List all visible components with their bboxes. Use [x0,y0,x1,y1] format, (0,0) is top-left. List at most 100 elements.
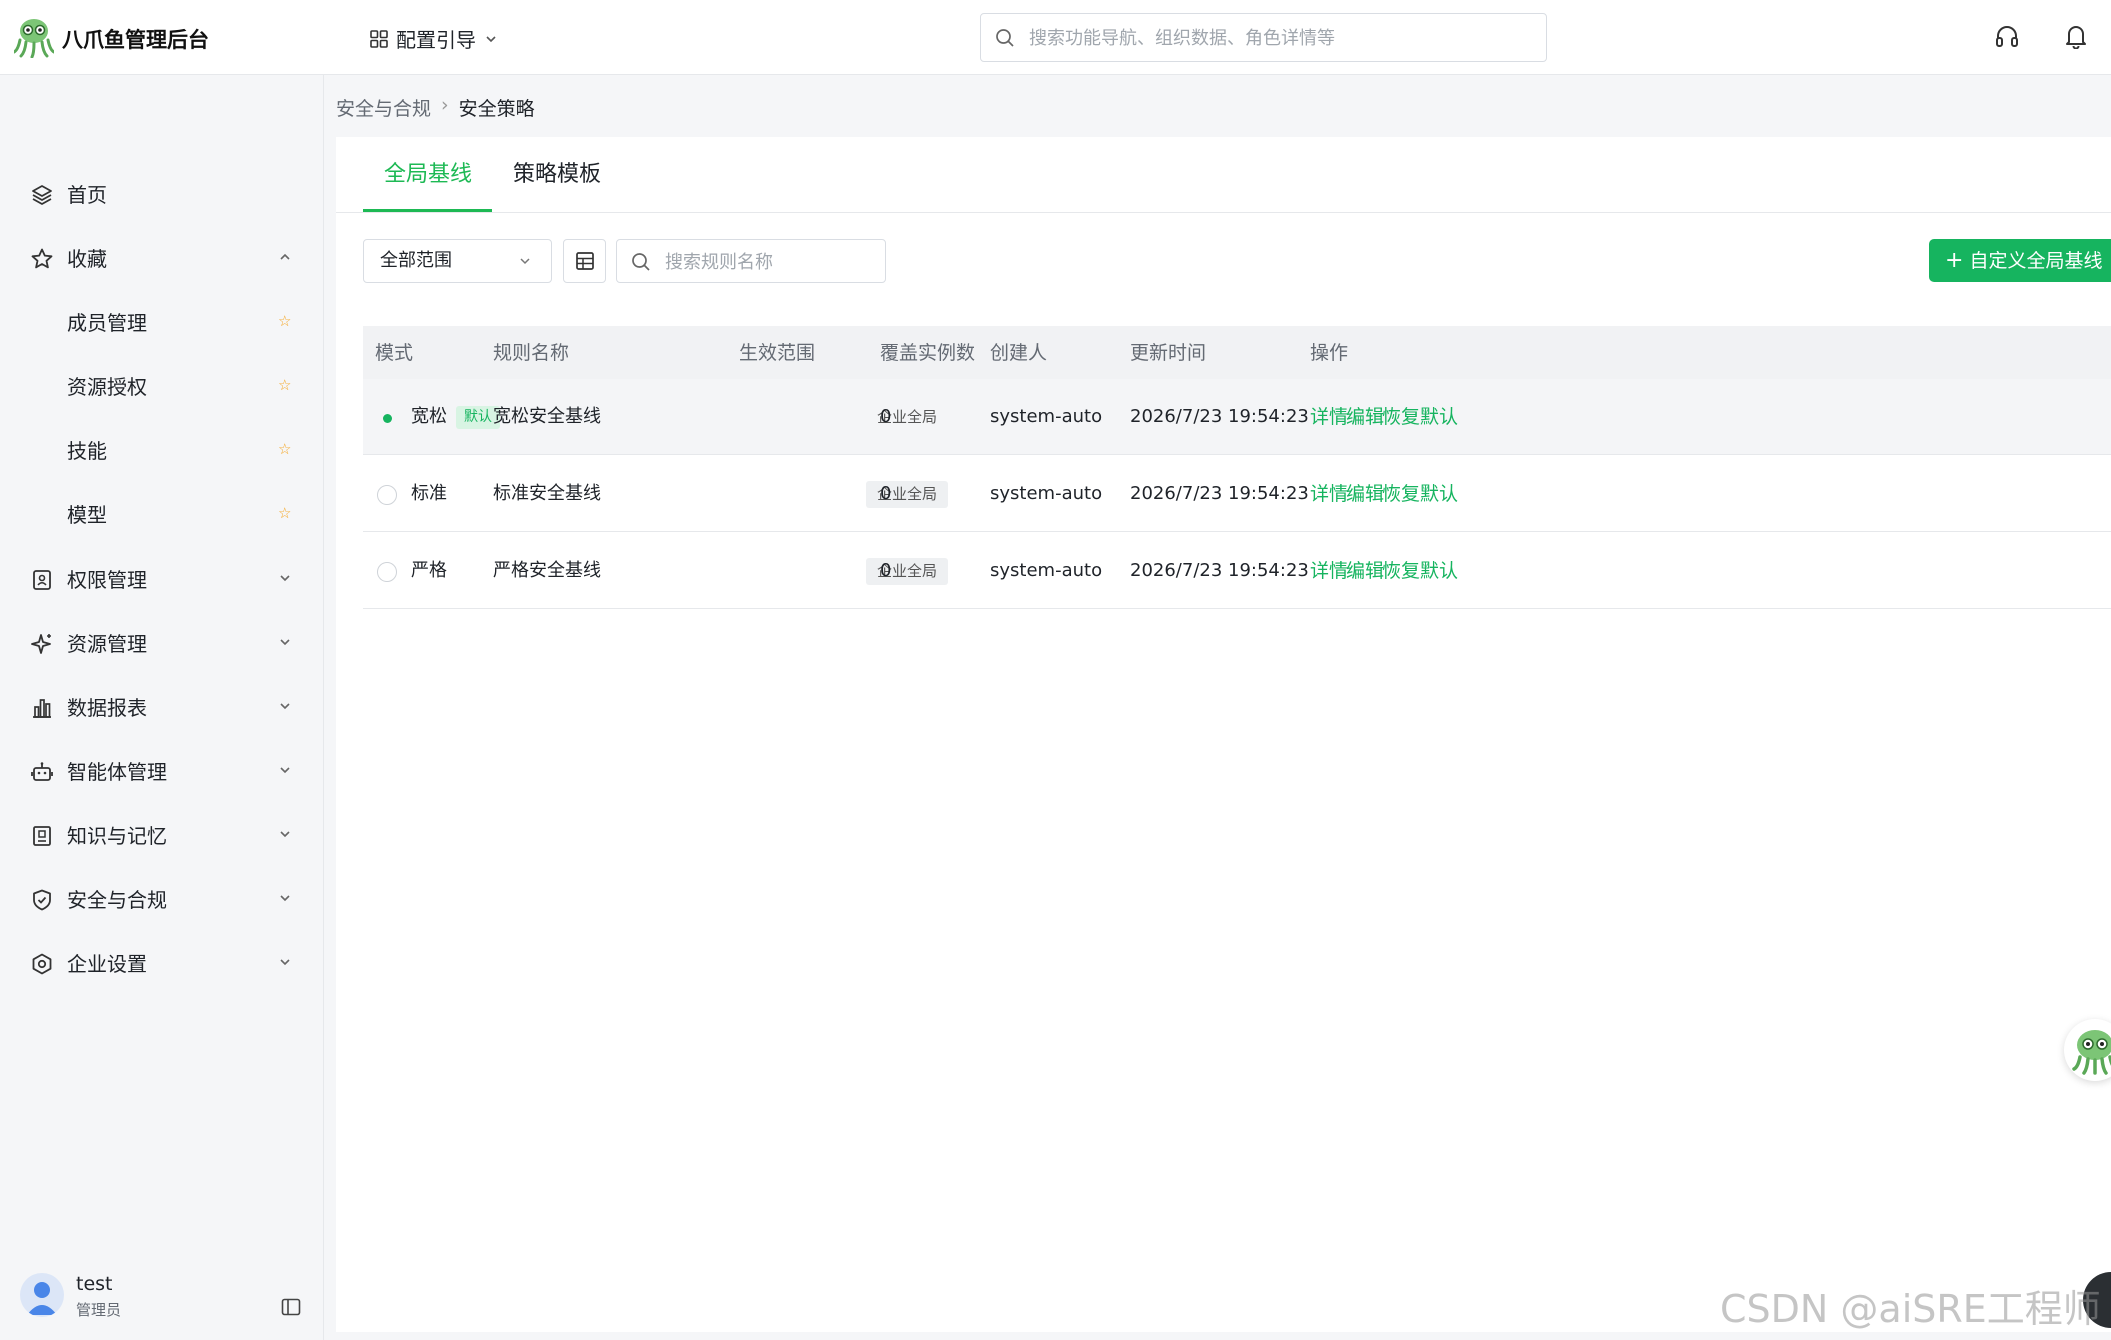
octopus-logo-icon [14,19,54,58]
favorite-star-icon[interactable]: ☆ [278,376,291,394]
rule-name: 严格安全基线 [493,560,601,581]
table-row[interactable]: 宽松 默认 宽松安全基线 企业全局 0 system-auto 2026/7/2… [363,379,2111,455]
sidebar-item-resources[interactable]: 资源管理 [0,611,324,675]
chevron-down-icon [280,831,290,838]
avatar [20,1273,64,1317]
sidebar-item-label: 企业设置 [67,952,147,976]
rule-search-input[interactable] [665,248,875,276]
mode-radio[interactable] [377,485,397,505]
creator: system-auto [990,406,1103,427]
bar-chart-icon [33,699,51,718]
column-header-creator: 创建人 [990,342,1048,364]
global-search-input[interactable] [1029,24,1529,52]
breadcrumb: 安全与合规 › 安全策略 [336,94,535,121]
sidebar-subitem-members[interactable]: 成员管理 ☆ [0,290,324,354]
sidebar-item-permissions[interactable]: 权限管理 [0,547,324,611]
sidebar-subitem-models[interactable]: 模型 ☆ [0,482,324,546]
user-name: test [76,1273,113,1295]
sidebar-item-home[interactable]: 首页 [0,162,324,226]
column-header-instances: 覆盖实例数 [880,342,976,364]
instance-count: 0 [880,406,892,427]
add-global-baseline-button[interactable]: + 自定义全局基线 [1929,239,2111,282]
mode-label: 宽松 [411,406,447,427]
global-search[interactable] [980,13,1547,62]
creator: system-auto [990,483,1103,504]
detail-link[interactable]: 详情 [1310,405,1348,429]
sidebar-item-label: 数据报表 [67,696,147,720]
chevron-down-icon [280,895,290,902]
table-view-button[interactable] [563,239,606,283]
updated-time: 2026/7/23 19:54:23 [1130,483,1309,504]
updated-time: 2026/7/23 19:54:23 [1130,560,1309,581]
restore-default-link[interactable]: 恢复默认 [1382,482,1458,506]
headset-icon[interactable] [1994,23,2020,49]
sidebar-item-reports[interactable]: 数据报表 [0,675,324,739]
sidebar-item-label: 权限管理 [67,568,147,592]
sidebar: 首页 收藏 成员管理 ☆ 资源授权 ☆ 技能 ☆ 模型 ☆ 权限管理 资源管理 … [0,75,324,1340]
top-bar: 八爪鱼管理后台 配置引导 [0,0,2111,75]
column-header-actions: 操作 [1310,342,1349,364]
chevron-down-icon [520,258,530,265]
breadcrumb-parent[interactable]: 安全与合规 [336,94,431,121]
main-card: 全局基线 策略模板 全部范围 +自定义全局基线 [336,137,2111,1332]
table-header: 模式 规则名称 生效范围 覆盖实例数 创建人 更新时间 操作 [363,326,2111,379]
favorite-star-icon[interactable]: ☆ [278,440,291,458]
tab-policy-templates[interactable]: 策略模板 [513,161,601,189]
sidebar-subitem-skills[interactable]: 技能 ☆ [0,418,324,482]
updated-time: 2026/7/23 19:54:23 [1130,406,1309,427]
edit-link[interactable]: 编辑 [1346,482,1384,506]
sidebar-item-knowledge[interactable]: 知识与记忆 [0,803,324,867]
restore-default-link[interactable]: 恢复默认 [1382,559,1458,583]
rule-search[interactable] [616,239,886,283]
table-icon [576,252,594,270]
watermark: CSDN @aiSRE工程师 [1720,1287,2101,1331]
config-guide-menu[interactable]: 配置引导 [370,24,498,53]
breadcrumb-current: 安全策略 [458,98,535,120]
sidebar-subitem-resource-auth[interactable]: 资源授权 ☆ [0,354,324,418]
chevron-down-icon [280,767,290,774]
edit-link[interactable]: 编辑 [1346,559,1384,583]
detail-link[interactable]: 详情 [1310,559,1348,583]
shield-icon [33,889,51,911]
detail-link[interactable]: 详情 [1310,482,1348,506]
star-icon [31,248,53,269]
sidebar-item-agents[interactable]: 智能体管理 [0,739,324,803]
restore-default-link[interactable]: 恢复默认 [1382,405,1458,429]
mode-radio[interactable] [377,408,397,428]
sidebar-collapse-icon[interactable] [281,1297,301,1317]
config-guide-label: 配置引导 [396,28,476,52]
app-title: 八爪鱼管理后台 [62,28,209,52]
instance-count: 0 [880,560,892,581]
sidebar-item-label: 成员管理 [67,311,147,335]
sidebar-item-label: 知识与记忆 [67,824,167,848]
sidebar-item-security[interactable]: 安全与合规 [0,867,324,931]
tab-global-baseline[interactable]: 全局基线 [384,161,472,189]
user-profile[interactable]: test 管理员 [20,1265,320,1325]
tab-bar: 全局基线 策略模板 [336,137,2111,213]
chevron-down-icon [280,639,290,646]
rule-name: 标准安全基线 [493,483,601,504]
settings-icon [32,953,52,975]
mode-radio[interactable] [377,562,397,582]
scope-select[interactable]: 全部范围 [363,239,552,283]
table-row[interactable]: 标准 标准安全基线 企业全局 0 system-auto 2026/7/23 1… [363,456,2111,532]
sidebar-item-label: 收藏 [67,247,107,271]
layers-icon [32,185,52,205]
chevron-down-icon [486,35,496,42]
favorite-star-icon[interactable]: ☆ [278,504,291,522]
sidebar-item-enterprise-settings[interactable]: 企业设置 [0,931,324,995]
scope-tag: 企业全局 [877,408,938,426]
search-icon [996,29,1014,47]
table-row[interactable]: 严格 严格安全基线 企业全局 0 system-auto 2026/7/23 1… [363,533,2111,609]
search-icon [632,253,650,271]
robot-icon [31,762,53,781]
favorite-star-icon[interactable]: ☆ [278,312,291,330]
add-button-label: 自定义全局基线 [1969,250,2103,272]
column-header-mode: 模式 [375,342,414,364]
mode-label: 严格 [411,560,447,581]
bell-icon[interactable] [2064,23,2088,49]
book-icon [33,826,51,846]
sidebar-item-favorites[interactable]: 收藏 [0,226,324,290]
scope-tag: 企业全局 [866,481,949,508]
edit-link[interactable]: 编辑 [1346,405,1384,429]
